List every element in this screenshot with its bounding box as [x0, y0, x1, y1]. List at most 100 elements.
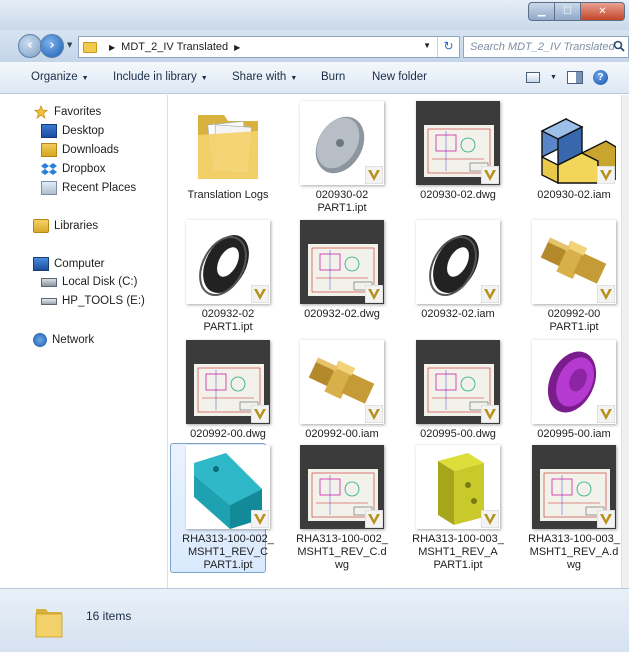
file-thumbnail	[416, 340, 500, 424]
inventor-badge-icon	[481, 510, 499, 528]
refresh-icon[interactable]: ↻	[437, 37, 459, 57]
recent-pages-dropdown[interactable]: ▼	[67, 41, 72, 49]
nav-computer-label: Computer	[54, 258, 105, 270]
nav-favorites[interactable]: Favorites	[33, 105, 101, 119]
nav-downloads-label: Downloads	[62, 144, 119, 156]
nav-hp-tools-label: HP_TOOLS (E:)	[62, 295, 145, 307]
desktop-icon	[41, 124, 57, 138]
nav-recent-places-label: Recent Places	[62, 182, 137, 194]
address-row: ‹ › ▼ ▶ MDT_2_IV Translated ▶ ▼ ↻ Search…	[0, 30, 629, 62]
burn-button[interactable]: Burn	[321, 71, 345, 83]
nav-downloads[interactable]: Downloads	[41, 143, 119, 157]
nav-libraries-label: Libraries	[54, 220, 99, 232]
vertical-scrollbar[interactable]	[621, 95, 629, 588]
chevron-right-icon[interactable]: ▶	[109, 43, 115, 52]
file-name: 020932-02.iam	[421, 308, 495, 320]
file-name: 020930-02.iam	[537, 189, 611, 201]
file-item[interactable]: 020992-00.iam	[286, 340, 398, 441]
file-name: 020995-00.iam	[537, 428, 611, 440]
file-name: 020992-00.dwg	[190, 428, 266, 440]
inventor-badge-icon	[251, 510, 269, 528]
file-thumbnail	[300, 101, 384, 185]
file-name: 020992-00.iam	[305, 428, 379, 440]
inventor-badge-icon	[365, 285, 383, 303]
inventor-badge-icon	[251, 405, 269, 423]
new-folder-button[interactable]: New folder	[372, 71, 427, 83]
search-icon[interactable]	[613, 40, 625, 52]
search-input[interactable]: Search MDT_2_IV Translated	[463, 36, 629, 58]
preview-pane-icon[interactable]	[566, 71, 583, 84]
file-item[interactable]: Translation Logs	[172, 101, 284, 202]
organize-label: Organize	[31, 71, 78, 83]
file-item[interactable]: RHA313-100-002_ MSHT1_REV_C.d wg	[286, 445, 398, 572]
file-item[interactable]: RHA313-100-003_ MSHT1_REV_A PART1.ipt	[402, 445, 514, 572]
item-count: 16 items	[86, 609, 132, 623]
folder-icon	[35, 609, 63, 638]
change-view-icon[interactable]	[526, 72, 540, 83]
view-options-dropdown[interactable]: ▼	[550, 74, 557, 81]
file-item[interactable]: 020992-00.dwg	[172, 340, 284, 441]
minimize-button[interactable]: ▁	[528, 2, 555, 21]
file-thumbnail	[416, 445, 500, 529]
nav-libraries[interactable]: Libraries	[33, 219, 98, 233]
nav-hp-tools[interactable]: HP_TOOLS (E:)	[41, 295, 145, 307]
organize-menu[interactable]: Organize ▼	[31, 71, 89, 83]
file-item[interactable]: 020930-02.iam	[518, 101, 629, 202]
nav-desktop[interactable]: Desktop	[41, 124, 104, 138]
file-item[interactable]: 020992-00 PART1.ipt	[518, 220, 629, 334]
file-item[interactable]: RHA313-100-002_ MSHT1_REV_C PART1.ipt	[172, 445, 284, 572]
address-history-dropdown[interactable]: ▼	[423, 41, 431, 50]
share-with-menu[interactable]: Share with ▼	[232, 71, 297, 83]
inventor-badge-icon	[251, 285, 269, 303]
downloads-icon	[41, 143, 57, 157]
nav-network[interactable]: Network	[33, 333, 94, 347]
file-name: Translation Logs	[187, 189, 269, 201]
forward-button[interactable]: ›	[40, 34, 64, 58]
file-thumbnail	[186, 340, 270, 424]
file-item[interactable]: 020932-02.dwg	[286, 220, 398, 321]
include-in-library-label: Include in library	[113, 71, 197, 83]
network-icon	[33, 333, 47, 347]
chevron-down-icon: ▼	[81, 75, 89, 82]
file-item[interactable]: 020932-02 PART1.ipt	[172, 220, 284, 334]
close-button[interactable]: ✕	[581, 2, 625, 21]
chevron-down-icon: ▼	[290, 75, 298, 82]
inventor-badge-icon	[481, 285, 499, 303]
inventor-badge-icon	[597, 285, 615, 303]
nav-recent-places[interactable]: Recent Places	[41, 181, 136, 195]
star-icon	[33, 105, 49, 119]
computer-icon	[33, 257, 49, 271]
file-thumbnail	[186, 220, 270, 304]
inventor-badge-icon	[481, 166, 499, 184]
nav-network-label: Network	[52, 334, 95, 346]
back-button[interactable]: ‹	[18, 34, 42, 58]
address-bar[interactable]: ▶ MDT_2_IV Translated ▶ ▼ ↻	[78, 36, 460, 58]
folder-icon	[83, 41, 97, 53]
help-icon[interactable]: ?	[592, 70, 608, 85]
file-item[interactable]: 020930-02.dwg	[402, 101, 514, 202]
file-item[interactable]: 020995-00.dwg	[402, 340, 514, 441]
nav-local-disk[interactable]: Local Disk (C:)	[41, 276, 137, 288]
file-name: RHA313-100-003_ MSHT1_REV_A PART1.ipt	[412, 533, 504, 571]
file-item[interactable]: RHA313-100-003_ MSHT1_REV_A.d wg	[518, 445, 629, 572]
nav-computer[interactable]: Computer	[33, 257, 105, 271]
file-thumbnail	[532, 445, 616, 529]
inventor-badge-icon	[597, 166, 615, 184]
inventor-badge-icon	[597, 405, 615, 423]
nav-local-disk-label: Local Disk (C:)	[62, 276, 138, 288]
local-disk-icon	[41, 277, 57, 287]
file-item[interactable]: 020995-00.iam	[518, 340, 629, 441]
maximize-button[interactable]: ☐	[555, 2, 581, 21]
chevron-right-icon[interactable]: ▶	[234, 43, 240, 52]
file-item[interactable]: 020930-02 PART1.ipt	[286, 101, 398, 215]
file-name: 020930-02.dwg	[420, 189, 496, 201]
inventor-badge-icon	[365, 405, 383, 423]
file-item[interactable]: 020932-02.iam	[402, 220, 514, 321]
include-in-library-menu[interactable]: Include in library ▼	[113, 71, 208, 83]
nav-dropbox[interactable]: Dropbox	[41, 162, 105, 176]
file-name: 020932-02 PART1.ipt	[201, 308, 255, 333]
file-thumbnail	[186, 101, 270, 185]
recent-places-icon	[41, 181, 57, 195]
file-thumbnail	[300, 220, 384, 304]
breadcrumb-current-folder[interactable]: MDT_2_IV Translated	[121, 41, 228, 53]
